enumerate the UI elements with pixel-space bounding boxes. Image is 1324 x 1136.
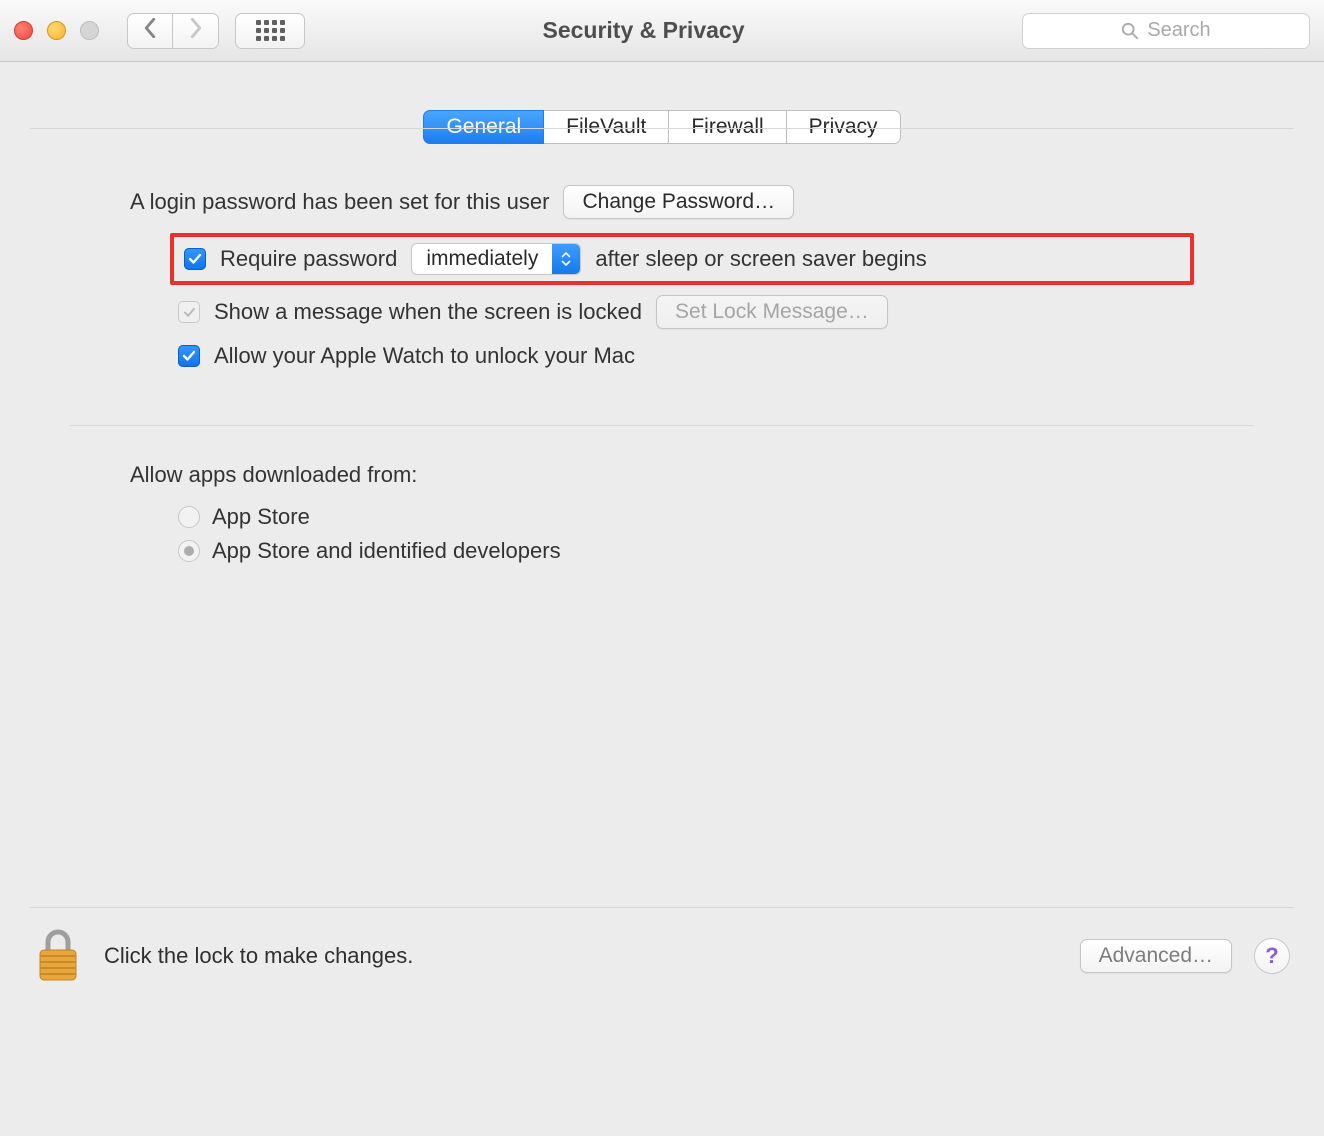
require-password-delay-dropdown[interactable]: immediately <box>411 243 581 275</box>
chevron-left-icon <box>143 18 157 44</box>
radio-label: App Store <box>212 504 310 530</box>
radio-button <box>178 540 200 562</box>
general-panel: A login password has been set for this u… <box>30 128 1294 908</box>
footer: Click the lock to make changes. Advanced… <box>0 908 1324 984</box>
search-placeholder: Search <box>1147 19 1210 42</box>
set-lock-message-button: Set Lock Message… <box>656 295 888 329</box>
radio-dot-icon <box>184 546 194 556</box>
forward-button[interactable] <box>173 13 219 49</box>
check-icon <box>182 349 196 363</box>
traffic-lights <box>14 21 99 40</box>
section-divider <box>70 425 1254 426</box>
search-input[interactable]: Search <box>1022 13 1310 49</box>
login-password-text: A login password has been set for this u… <box>130 189 549 215</box>
allow-apps-heading: Allow apps downloaded from: <box>130 462 417 488</box>
apple-watch-row: Allow your Apple Watch to unlock your Ma… <box>178 343 1194 369</box>
dropdown-selected-label: immediately <box>412 247 552 271</box>
close-window-button[interactable] <box>14 21 33 40</box>
require-password-pre: Require password <box>220 246 397 272</box>
require-password-checkbox[interactable] <box>184 248 206 270</box>
nav-buttons <box>127 13 219 49</box>
back-button[interactable] <box>127 13 173 49</box>
help-button[interactable]: ? <box>1254 938 1290 974</box>
show-message-row: Show a message when the screen is locked… <box>178 295 1194 329</box>
window-title: Security & Privacy <box>275 17 1012 44</box>
login-password-row: A login password has been set for this u… <box>130 185 1194 219</box>
allow-apps-option-appstore: App Store <box>178 504 1194 530</box>
allow-apps-option-identified: App Store and identified developers <box>178 538 1194 564</box>
chevron-right-icon <box>189 18 203 44</box>
require-password-row: Require password immediately after sleep… <box>170 233 1194 285</box>
allow-apps-heading-row: Allow apps downloaded from: <box>130 462 1194 488</box>
zoom-window-button[interactable] <box>80 21 99 40</box>
change-password-button[interactable]: Change Password… <box>563 185 794 219</box>
window-toolbar: Security & Privacy Search <box>0 0 1324 62</box>
search-icon <box>1121 22 1139 40</box>
radio-label: App Store and identified developers <box>212 538 561 564</box>
require-password-post: after sleep or screen saver begins <box>595 246 926 272</box>
check-icon <box>188 252 202 266</box>
radio-button <box>178 506 200 528</box>
show-message-label: Show a message when the screen is locked <box>214 299 642 325</box>
stepper-arrows-icon <box>552 243 580 275</box>
apple-watch-label: Allow your Apple Watch to unlock your Ma… <box>214 343 635 369</box>
lock-hint-text: Click the lock to make changes. <box>104 943 1058 969</box>
lock-icon[interactable] <box>34 928 82 984</box>
advanced-button[interactable]: Advanced… <box>1080 939 1232 973</box>
show-message-checkbox <box>178 301 200 323</box>
apple-watch-checkbox[interactable] <box>178 345 200 367</box>
check-icon <box>183 306 196 319</box>
minimize-window-button[interactable] <box>47 21 66 40</box>
